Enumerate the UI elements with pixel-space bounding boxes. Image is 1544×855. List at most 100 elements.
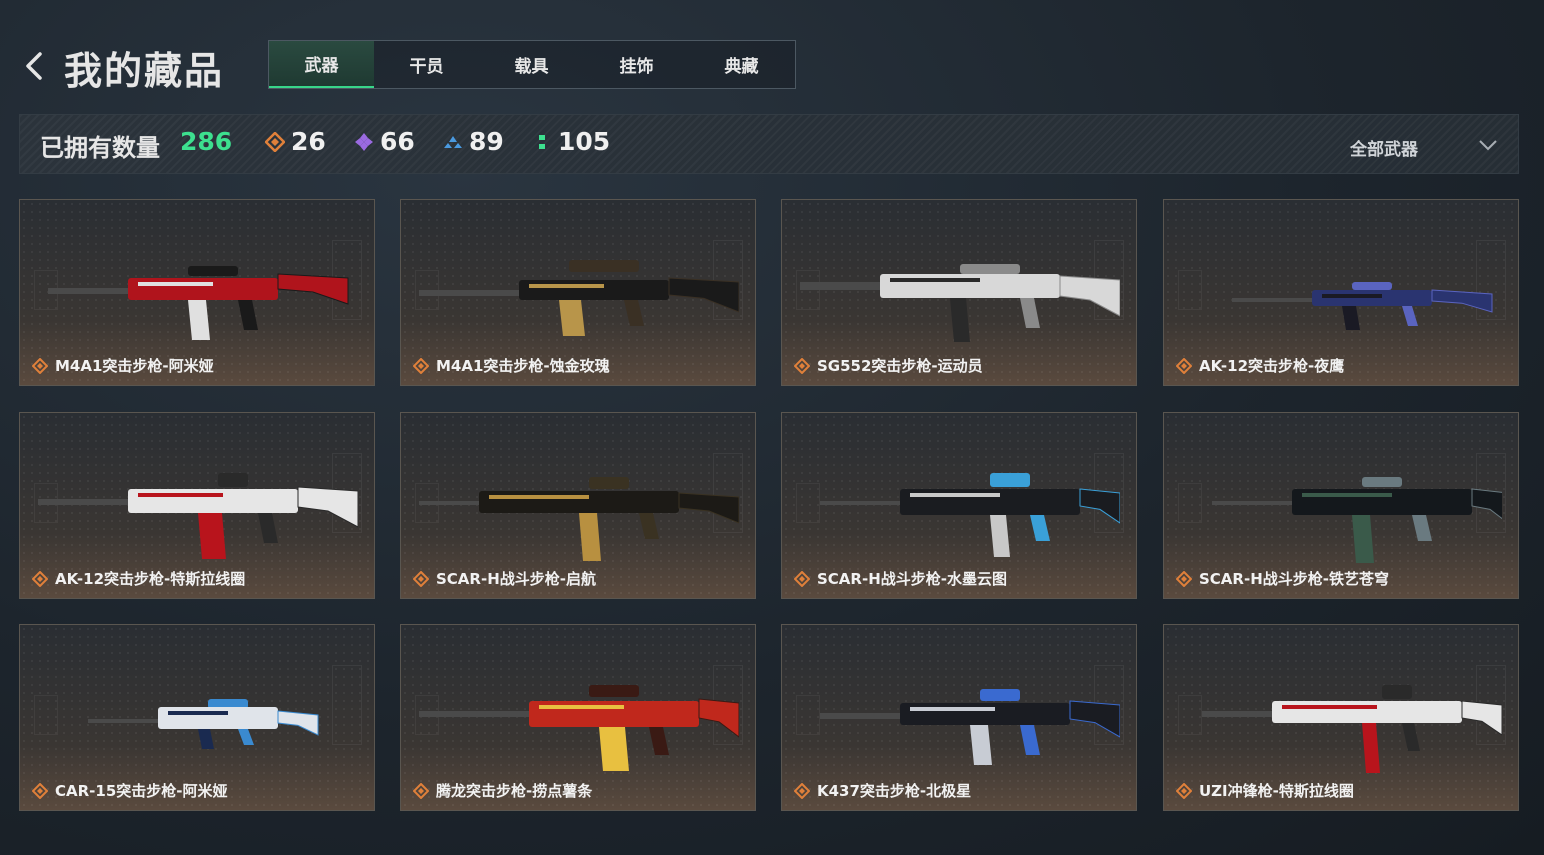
weapon-stock (297, 486, 358, 528)
weapon-scope (589, 685, 639, 697)
weapon-barrel (419, 711, 529, 717)
rarity-blue-count: 89 (443, 127, 504, 156)
weapon-receiver (519, 280, 669, 300)
weapon-magazine (970, 725, 992, 765)
weapon-card[interactable]: M4A1突击步枪-阿米娅 (19, 199, 375, 386)
weapon-scope (589, 477, 629, 489)
weapon-accent (539, 705, 624, 709)
weapon-accent (890, 278, 980, 282)
weapon-scope (1352, 282, 1392, 290)
rarity-purple-count: 66 (354, 127, 415, 156)
orange-diamond-icon (413, 358, 429, 374)
green-dots-icon (539, 134, 545, 149)
weapon-receiver (880, 274, 1060, 298)
weapon-card[interactable]: AK-12突击步枪-特斯拉线圈 (19, 412, 375, 599)
orange-diamond-icon (1176, 571, 1192, 587)
weapon-scope (980, 689, 1020, 701)
header: 我的藏品 武器 干员 载具 挂饰 典藏 (0, 0, 1544, 110)
weapon-card[interactable]: 腾龙突击步枪-捞点薯条 (400, 624, 756, 811)
weapon-receiver (128, 489, 298, 513)
weapon-card[interactable]: M4A1突击步枪-蚀金玫瑰 (400, 199, 756, 386)
weapon-grip (639, 513, 659, 539)
tab-operators[interactable]: 干员 (374, 41, 479, 88)
orange-diamond-icon (32, 358, 48, 374)
tab-vehicles[interactable]: 载具 (479, 41, 584, 88)
tab-charms[interactable]: 挂饰 (584, 41, 689, 88)
weapon-scope (1362, 477, 1402, 487)
weapon-barrel (820, 713, 900, 719)
weapon-accent (910, 707, 995, 711)
weapon-name: UZI冲锋枪-特斯拉线圈 (1199, 782, 1354, 800)
weapon-image (800, 264, 1120, 342)
orange-diamond-icon (32, 571, 48, 587)
weapon-scope (990, 473, 1030, 487)
tab-weapons[interactable]: 武器 (269, 41, 374, 88)
weapon-magazine (1342, 306, 1360, 330)
weapon-grip (258, 513, 278, 543)
weapon-name: M4A1突击步枪-蚀金玫瑰 (436, 357, 610, 375)
weapon-card[interactable]: UZI冲锋枪-特斯拉线圈 (1163, 624, 1519, 811)
weapon-image (88, 699, 319, 749)
weapon-image (820, 689, 1120, 765)
orange-diamond-icon (794, 358, 810, 374)
weapon-magazine (950, 298, 970, 342)
weapon-name: AK-12突击步枪-特斯拉线圈 (55, 570, 246, 588)
weapon-image (1232, 282, 1493, 330)
stats-bar: 已拥有数量 286 26 66 89 105 全部武器 (19, 114, 1519, 174)
weapon-barrel (88, 719, 158, 723)
orange-diamond-icon (413, 783, 429, 799)
rarity-count: 89 (469, 127, 504, 156)
weapon-grip (649, 727, 669, 755)
weapon-stock (1079, 488, 1120, 524)
back-button[interactable] (20, 48, 50, 84)
weapon-name: SCAR-H战斗步枪-水墨云图 (817, 570, 1007, 588)
weapon-accent (489, 495, 589, 499)
weapon-stock (668, 277, 739, 313)
weapon-name: SCAR-H战斗步枪-铁艺苍穹 (1199, 570, 1389, 588)
weapon-barrel (1212, 501, 1292, 505)
weapon-accent (529, 284, 604, 288)
weapon-card[interactable]: SCAR-H战斗步枪-水墨云图 (781, 412, 1137, 599)
weapon-card[interactable]: SCAR-H战斗步枪-铁艺苍穹 (1163, 412, 1519, 599)
weapon-receiver (1272, 701, 1462, 723)
weapon-stock (1471, 488, 1502, 520)
tab-collection[interactable]: 典藏 (689, 41, 794, 88)
weapon-magazine (579, 513, 601, 561)
weapon-stock (678, 492, 739, 524)
weapon-filter-dropdown[interactable]: 全部武器 (1330, 133, 1500, 160)
weapon-card[interactable]: K437突击步枪-北极星 (781, 624, 1137, 811)
weapon-name: M4A1突击步枪-阿米娅 (55, 357, 214, 375)
weapon-receiver (900, 489, 1080, 515)
weapon-image (419, 685, 739, 771)
weapon-accent (1302, 493, 1392, 497)
weapon-name: CAR-15突击步枪-阿米娅 (55, 782, 228, 800)
weapon-card[interactable]: SCAR-H战斗步枪-启航 (400, 412, 756, 599)
weapon-receiver (128, 278, 278, 300)
weapon-magazine (1352, 515, 1374, 563)
weapon-receiver (1292, 489, 1472, 515)
weapon-scope (960, 264, 1020, 274)
rarity-count: 66 (380, 127, 415, 156)
weapon-accent (1322, 294, 1382, 298)
weapon-barrel (48, 288, 138, 294)
rarity-count: 26 (291, 127, 326, 156)
weapon-magazine (990, 515, 1010, 557)
weapon-magazine (559, 300, 585, 336)
weapon-barrel (38, 499, 128, 505)
weapon-receiver (529, 701, 699, 727)
orange-diamond-icon (794, 783, 810, 799)
weapon-scope (1382, 685, 1412, 699)
weapon-barrel (419, 290, 519, 296)
weapon-card[interactable]: CAR-15突击步枪-阿米娅 (19, 624, 375, 811)
weapon-grip (1412, 515, 1432, 541)
weapon-image (1212, 477, 1502, 563)
weapon-grid: M4A1突击步枪-阿米娅 M4A1突击步枪-蚀金玫瑰 SG552突击步枪-运动员 AK… (19, 199, 1519, 811)
weapon-accent (138, 493, 223, 497)
weapon-grip (1402, 306, 1418, 326)
weapon-image (1202, 685, 1502, 773)
weapon-card[interactable]: SG552突击步枪-运动员 (781, 199, 1137, 386)
weapon-accent (168, 711, 228, 715)
category-tabs: 武器 干员 载具 挂饰 典藏 (268, 40, 796, 89)
weapon-card[interactable]: AK-12突击步枪-夜鹰 (1163, 199, 1519, 386)
page-title: 我的藏品 (64, 49, 225, 93)
